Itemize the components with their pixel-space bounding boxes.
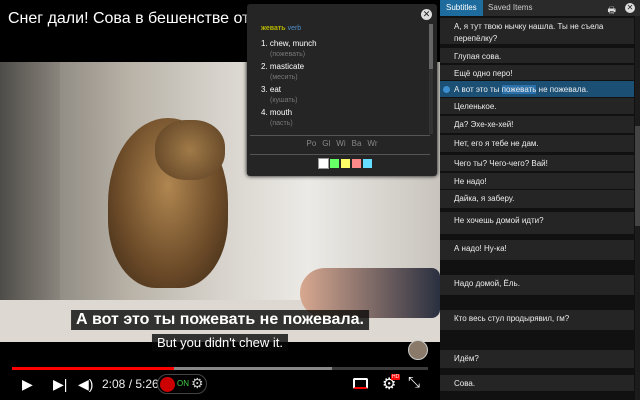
- subtitle-text: А надо! Ну-ка!: [454, 244, 507, 253]
- subtitle-row[interactable]: Чего ты? Чего-чего? Вай!: [440, 155, 634, 171]
- subtitles-icon[interactable]: [353, 378, 368, 389]
- dictionary-source-link[interactable]: Po: [307, 139, 317, 148]
- subtitle-text: Целенькое.: [454, 102, 497, 111]
- subtitle-row[interactable]: Дайка, я заберу.: [440, 190, 634, 208]
- exit-fullscreen-icon[interactable]: ⤡: [408, 374, 420, 391]
- panel-scrollbar[interactable]: [635, 16, 640, 400]
- color-swatch[interactable]: [363, 159, 372, 168]
- subtitle-text: не пожевала.: [536, 85, 589, 94]
- subtitle-row[interactable]: Ещё одно перо!: [440, 65, 634, 80]
- caption-russian[interactable]: А вот это ты пожевать не пожевала.: [71, 310, 369, 330]
- subtitle-text: Надо домой, Ёль.: [454, 279, 520, 288]
- extension-toggle[interactable]: ON ⚙: [157, 374, 207, 394]
- extension-logo-icon: [160, 377, 175, 392]
- play-indicator-icon: [443, 86, 450, 93]
- subtitle-text: Не хочешь домой идти?: [454, 216, 544, 225]
- dictionary-source-link[interactable]: Wi: [336, 139, 345, 148]
- dictionary-popup: ✕ жевать verb 1. chew, munch (пожевать) 2.…: [247, 4, 437, 176]
- progress-bar[interactable]: [12, 367, 428, 370]
- definition-russian: (пожевать): [270, 50, 306, 58]
- definition-russian: (месить): [270, 73, 298, 81]
- subtitle-row[interactable]: Кто весь стул продырявил, гм?: [440, 310, 634, 330]
- subtitle-text: А вот это ты: [454, 85, 502, 94]
- close-icon[interactable]: ✕: [421, 9, 432, 20]
- subtitle-row[interactable]: Надо домой, Ёль.: [440, 275, 634, 295]
- subtitle-text: Не надо!: [454, 177, 487, 186]
- play-icon[interactable]: ▶: [22, 376, 33, 393]
- video-player[interactable]: Снег дали! Сова в бешенстве от того, А в…: [0, 0, 440, 400]
- volume-icon[interactable]: ◀): [78, 376, 93, 393]
- subtitle-row[interactable]: Не надо!: [440, 173, 634, 189]
- highlight-colors: [318, 158, 372, 169]
- color-swatch[interactable]: [341, 159, 350, 168]
- owl-head: [155, 120, 225, 180]
- channel-avatar[interactable]: [408, 340, 428, 360]
- tab-saved-items[interactable]: Saved Items: [482, 0, 538, 16]
- popup-pos: verb: [287, 25, 302, 32]
- gear-icon[interactable]: ⚙: [191, 375, 204, 392]
- tab-subtitles[interactable]: Subtitles: [440, 0, 483, 16]
- subtitle-text: Нет, его я тебе не дам.: [454, 139, 539, 148]
- dictionary-sources: Po Gl Wi Ba Wr: [247, 139, 437, 148]
- caption-english: But you didn't chew it.: [151, 334, 289, 351]
- subtitle-row[interactable]: Нет, его я тебе не дам.: [440, 135, 634, 152]
- definition: 4. mouth: [261, 108, 293, 117]
- color-swatch[interactable]: [352, 159, 361, 168]
- definition: 1. chew, munch: [261, 39, 317, 48]
- subtitles-panel: Subtitles Saved Items 🖶 ✕ А, я тут твою …: [440, 0, 640, 400]
- highlighted-word[interactable]: пожевать: [501, 85, 537, 94]
- subtitle-row[interactable]: Идём?: [440, 350, 634, 368]
- subtitle-row-active[interactable]: А вот это ты пожевать не пожевала.: [440, 81, 634, 97]
- popup-word: жевать: [261, 25, 286, 32]
- print-icon[interactable]: 🖶: [608, 3, 617, 19]
- color-swatch[interactable]: [318, 158, 329, 169]
- definition: 2. masticate: [261, 62, 305, 71]
- definition-russian: (пасть): [270, 119, 293, 127]
- next-icon[interactable]: ▶|: [53, 376, 67, 393]
- subtitle-text: Ещё одно перо!: [454, 69, 513, 78]
- dictionary-source-link[interactable]: Gl: [322, 139, 330, 148]
- dictionary-source-link[interactable]: Ba: [352, 139, 362, 148]
- popup-scrollbar[interactable]: [429, 24, 433, 134]
- close-icon[interactable]: ✕: [625, 3, 635, 13]
- subtitle-row[interactable]: Сова.: [440, 375, 634, 391]
- dictionary-source-link[interactable]: Wr: [367, 139, 377, 148]
- subtitle-text: Сова.: [454, 379, 476, 388]
- divider: [250, 135, 430, 136]
- subtitle-text: Чего ты? Чего-чего? Вай!: [454, 159, 548, 168]
- settings-hd-icon[interactable]: ⚙ HD: [382, 374, 401, 394]
- definition-list: 1. chew, munch (пожевать) 2. masticate (мес…: [261, 39, 421, 131]
- subtitle-row[interactable]: А, я тут твою нычку нашла. Ты не съела п…: [440, 18, 634, 44]
- subtitle-text: Глупая сова.: [454, 52, 502, 61]
- extension-status: ON: [177, 379, 189, 388]
- time-display: 2:08 / 5:26: [102, 377, 159, 391]
- subtitle-row[interactable]: Целенькое.: [440, 98, 634, 114]
- definition-russian: (кушать): [270, 96, 298, 104]
- played-bar: [12, 367, 175, 370]
- divider: [250, 154, 430, 155]
- subtitle-text: Дайка, я заберу.: [454, 194, 515, 203]
- subtitle-text: А, я тут твою нычку нашла. Ты не съела п…: [454, 22, 604, 43]
- subtitle-text: Кто весь стул продырявил, гм?: [454, 314, 570, 323]
- color-swatch[interactable]: [330, 159, 339, 168]
- subtitle-row[interactable]: Да? Эхе-хе-хей!: [440, 116, 634, 133]
- subtitle-text: Да? Эхе-хе-хей!: [454, 120, 514, 129]
- subtitle-row[interactable]: Глупая сова.: [440, 48, 634, 63]
- definition: 3. eat: [261, 85, 282, 94]
- subtitle-row[interactable]: А надо! Ну-ка!: [440, 240, 634, 260]
- subtitle-text: Идём?: [454, 354, 479, 363]
- subtitle-row[interactable]: Не хочешь домой идти?: [440, 212, 634, 234]
